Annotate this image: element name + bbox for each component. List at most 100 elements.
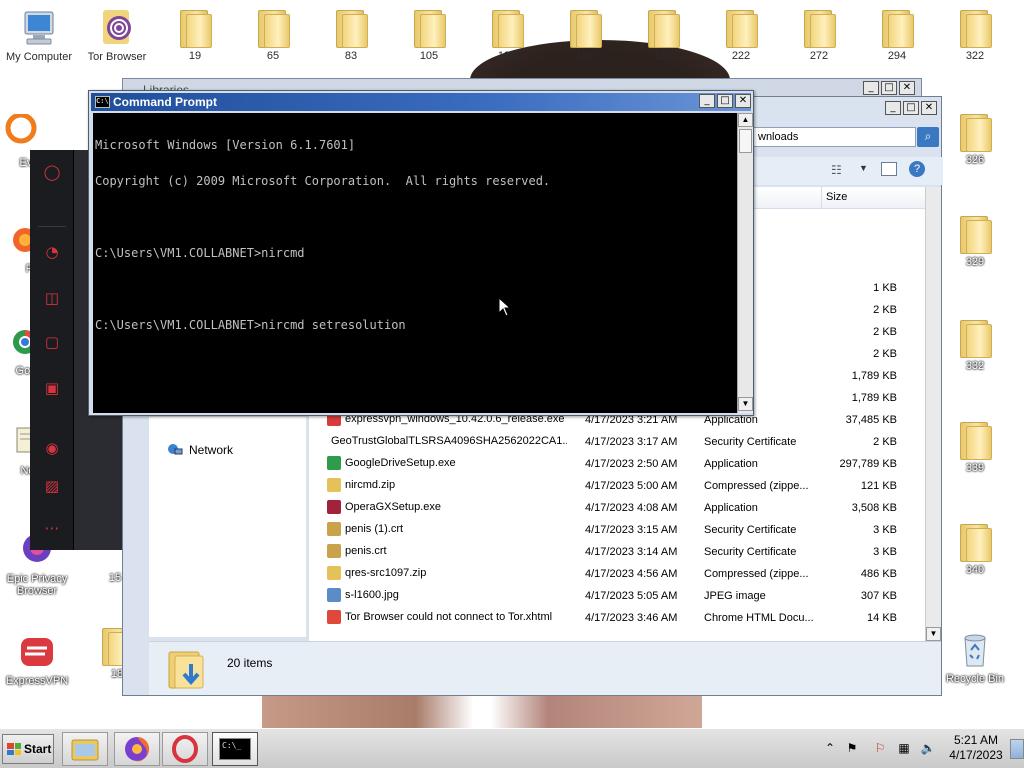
desktop-folder-187[interactable]: 187 — [628, 8, 698, 62]
minimize-button[interactable]: _ — [863, 81, 879, 95]
preview-pane-icon[interactable] — [881, 162, 897, 176]
desktop-folder-322[interactable]: 322 — [940, 8, 1010, 62]
clock[interactable]: 5:21 AM 4/17/2023 — [944, 733, 1008, 763]
messenger-icon[interactable]: ◉ — [42, 438, 62, 458]
show-desktop-button[interactable] — [1010, 739, 1024, 759]
title-bar[interactable]: C:\ Command Prompt — [91, 93, 751, 111]
desktop-icon-label: 146 — [575, 50, 595, 62]
console-output[interactable]: Microsoft Windows [Version 6.1.7601] Cop… — [93, 113, 737, 413]
scroll-up-arrow[interactable]: ▲ — [738, 113, 753, 127]
desktop-folder-294[interactable]: 294 — [862, 8, 932, 62]
chevron-down-icon[interactable]: ▼ — [859, 163, 868, 173]
gx-control-icon[interactable]: ▣ — [42, 378, 62, 398]
folder-icon — [568, 8, 602, 48]
desktop-icon-label: ExpressVPN — [5, 675, 69, 687]
desktop-icon-label: 326 — [965, 154, 985, 166]
console-scrollbar[interactable]: ▲ ▼ — [737, 113, 753, 413]
column-header-size[interactable]: Size — [821, 187, 929, 209]
explorer-toolbar: ☷ ▼ ? — [753, 157, 943, 185]
close-button[interactable]: ✕ — [735, 94, 751, 108]
desktop-folder-105[interactable]: 105 — [394, 8, 464, 62]
warning-flag-icon[interactable]: ⚐ — [872, 740, 888, 756]
desktop-folder-120[interactable]: 120 — [472, 8, 542, 62]
maximize-button[interactable]: □ — [881, 81, 897, 95]
downloads-folder-icon — [168, 651, 204, 689]
table-row[interactable]: GeoTrustGlobalTLSRSA4096SHA2562022CA1...… — [309, 431, 929, 453]
app-icon — [0, 112, 39, 154]
taskbar-opera-button[interactable] — [162, 732, 208, 766]
folder-icon — [802, 8, 836, 48]
table-row[interactable]: qres-src1097.zip 4/17/2023 4:56 AM Compres… — [309, 563, 929, 585]
help-icon[interactable]: ? — [909, 161, 925, 177]
view-options-icon[interactable]: ☷ — [831, 163, 842, 177]
file-size: 3,508 KB — [851, 502, 897, 514]
close-button[interactable]: ✕ — [899, 81, 915, 95]
table-row[interactable]: nircmd.zip 4/17/2023 5:00 AM Compressed (z… — [309, 475, 929, 497]
maximize-button[interactable]: □ — [903, 101, 919, 115]
more-options-icon[interactable]: ⋯ — [42, 518, 62, 538]
desktop-folder-339[interactable]: 339 — [940, 420, 1010, 474]
taskbar-cmd-button[interactable]: C:\_ — [212, 732, 258, 766]
network-status-icon[interactable]: ▦ — [896, 740, 912, 756]
minimize-button[interactable]: _ — [885, 101, 901, 115]
table-row[interactable]: penis.crt 4/17/2023 3:14 AM Security Certi… — [309, 541, 929, 563]
file-date: 4/17/2023 3:14 AM — [585, 546, 678, 558]
divider — [38, 226, 66, 227]
desktop-folder-83[interactable]: 83 — [316, 8, 386, 62]
start-button[interactable]: Start — [2, 734, 54, 764]
desktop-folder-146[interactable]: 146 — [550, 8, 620, 62]
file-name: OperaGXSetup.exe — [345, 501, 442, 513]
file-size: 1 KB — [873, 282, 897, 294]
maximize-button[interactable]: □ — [717, 94, 733, 108]
desktop-folder-329[interactable]: 329 — [940, 214, 1010, 268]
desktop-icon-label: 120 — [497, 50, 517, 62]
gallery-icon[interactable]: ▨ — [42, 476, 62, 496]
taskbar-firefox-button[interactable] — [114, 732, 160, 766]
network-icon — [168, 444, 183, 455]
address-bar[interactable]: wnloads — [753, 127, 916, 147]
desktop-icon-my-computer[interactable]: My Computer — [4, 8, 74, 63]
minimize-button[interactable]: _ — [699, 94, 715, 108]
explorer-scrollbar[interactable]: ▼ — [925, 187, 941, 641]
cmd-taskbar-text: C:\_ — [222, 741, 242, 750]
speedometer-icon[interactable]: ◔ — [42, 242, 62, 262]
scroll-down-arrow[interactable]: ▼ — [738, 397, 753, 411]
table-row[interactable]: Tor Browser could not connect to Tor.xht… — [309, 607, 929, 629]
action-center-icon[interactable]: ⚑ — [844, 740, 860, 756]
file-icon — [327, 456, 341, 470]
file-type: Compressed (zippe... — [704, 480, 809, 492]
nav-item-label: Network — [189, 443, 234, 457]
close-button[interactable]: ✕ — [921, 101, 937, 115]
desktop-folder-19[interactable]: 19 — [160, 8, 230, 62]
taskbar-explorer-button[interactable] — [62, 732, 108, 766]
table-row[interactable]: s-l1600.jpg 4/17/2023 5:05 AM JPEG image 30… — [309, 585, 929, 607]
desktop-folder-326[interactable]: 326 — [940, 112, 1010, 166]
desktop-icon-label: 294 — [887, 50, 907, 62]
desktop-folder-272[interactable]: 272 — [784, 8, 854, 62]
scroll-thumb[interactable] — [739, 129, 752, 153]
file-icon — [327, 610, 341, 624]
command-prompt-window[interactable]: C:\ Command Prompt _ □ ✕ Microsoft Windo… — [88, 90, 754, 416]
show-hidden-icons-icon[interactable]: ⌃ — [822, 740, 838, 756]
desktop-folder-340[interactable]: 340 — [940, 522, 1010, 576]
opera-logo-icon[interactable]: ◯ — [42, 162, 62, 182]
desktop-folder-332[interactable]: 332 — [940, 318, 1010, 372]
nav-item-network[interactable]: Network — [167, 443, 233, 457]
desktop-folder-222[interactable]: 222 — [706, 8, 776, 62]
shopping-bag-icon[interactable]: ◫ — [42, 288, 62, 308]
desktop-icon-label: Epic Privacy Browser — [6, 573, 68, 597]
volume-muted-icon[interactable]: 🔈 — [920, 740, 936, 756]
twitch-icon[interactable]: ▢ — [42, 332, 62, 352]
desktop-icon-recycle-bin[interactable]: Recycle Bin — [940, 630, 1010, 685]
table-row[interactable]: OperaGXSetup.exe 4/17/2023 4:08 AM Applica… — [309, 497, 929, 519]
folder-icon — [412, 8, 446, 48]
scroll-down-arrow[interactable]: ▼ — [926, 627, 941, 641]
table-row[interactable]: GoogleDriveSetup.exe 4/17/2023 2:50 AM App… — [309, 453, 929, 475]
file-date: 4/17/2023 5:05 AM — [585, 590, 678, 602]
file-size: 37,485 KB — [845, 414, 897, 426]
search-button[interactable]: ⌕ — [917, 127, 939, 147]
table-row[interactable]: penis (1).crt 4/17/2023 3:15 AM Security C… — [309, 519, 929, 541]
desktop-folder-65[interactable]: 65 — [238, 8, 308, 62]
desktop-icon-expressvpn[interactable]: ExpressVPN — [2, 632, 72, 687]
desktop-icon-tor-browser[interactable]: Tor Browser — [82, 8, 152, 63]
